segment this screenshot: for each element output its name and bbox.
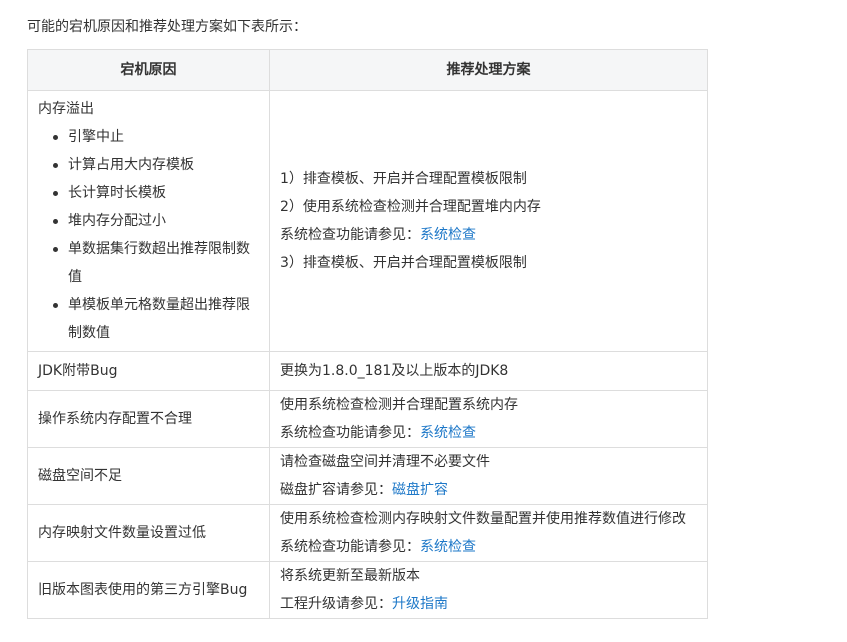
intro-text: 可能的宕机原因和推荐处理方案如下表所示： bbox=[27, 19, 307, 35]
reference-line: 磁盘扩容请参见：磁盘扩容 bbox=[280, 476, 697, 504]
table-row: 操作系统内存配置不合理 使用系统检查检测并合理配置系统内存 系统检查功能请参见：… bbox=[27, 390, 708, 448]
system-check-link[interactable]: 系统检查 bbox=[420, 425, 476, 441]
list-item: 单数据集行数超出推荐限制数值 bbox=[53, 235, 259, 291]
solution-line: 2）使用系统检查检测并合理配置堆内内存 bbox=[280, 199, 541, 215]
solution-cell: 请检查磁盘空间并清理不必要文件 磁盘扩容请参见：磁盘扩容 bbox=[269, 447, 708, 505]
cause-cell: 内存映射文件数量设置过低 bbox=[27, 504, 270, 562]
upgrade-guide-link[interactable]: 升级指南 bbox=[392, 596, 448, 612]
list-item: 计算占用大内存模板 bbox=[53, 151, 259, 179]
reference-prefix: 系统检查功能请参见： bbox=[280, 227, 420, 243]
solution-cell: 将系统更新至最新版本 工程升级请参见：升级指南 bbox=[269, 561, 708, 619]
reference-line: 系统检查功能请参见：系统检查 bbox=[280, 419, 697, 447]
solution-line: 请检查磁盘空间并清理不必要文件 bbox=[280, 454, 490, 470]
table-row: JDK附带Bug 更换为1.8.0_181及以上版本的JDK8 bbox=[27, 351, 708, 391]
solution-line: 3）排查模板、开启并合理配置模板限制 bbox=[280, 255, 527, 271]
header-solution: 推荐处理方案 bbox=[269, 49, 708, 91]
solution-cell: 1）排查模板、开启并合理配置模板限制 2）使用系统检查检测并合理配置堆内内存 系… bbox=[269, 90, 708, 352]
system-check-link[interactable]: 系统检查 bbox=[420, 227, 476, 243]
reference-prefix: 系统检查功能请参见： bbox=[280, 425, 420, 441]
reference-prefix: 磁盘扩容请参见： bbox=[280, 482, 392, 498]
solution-line: 使用系统检查检测并合理配置系统内存 bbox=[280, 397, 518, 413]
system-check-link[interactable]: 系统检查 bbox=[420, 539, 476, 555]
solution-cell: 使用系统检查检测并合理配置系统内存 系统检查功能请参见：系统检查 bbox=[269, 390, 708, 448]
list-item: 单模板单元格数量超出推荐限制数值 bbox=[53, 291, 259, 347]
cause-cell: 磁盘空间不足 bbox=[27, 447, 270, 505]
solution-line: 使用系统检查检测内存映射文件数量配置并使用推荐数值进行修改 bbox=[280, 511, 686, 527]
table-header-row: 宕机原因 推荐处理方案 bbox=[27, 49, 708, 91]
cause-solution-table: 宕机原因 推荐处理方案 内存溢出 引擎中止 计算占用大内存模板 长计算时长模板 … bbox=[27, 49, 708, 619]
list-item: 长计算时长模板 bbox=[53, 179, 259, 207]
solution-cell: 更换为1.8.0_181及以上版本的JDK8 bbox=[269, 351, 708, 391]
reference-line: 系统检查功能请参见：系统检查 bbox=[280, 221, 697, 249]
cause-list: 引擎中止 计算占用大内存模板 长计算时长模板 堆内存分配过小 单数据集行数超出推… bbox=[38, 123, 259, 351]
solution-line: 1）排查模板、开启并合理配置模板限制 bbox=[280, 171, 527, 187]
table-row: 内存映射文件数量设置过低 使用系统检查检测内存映射文件数量配置并使用推荐数值进行… bbox=[27, 504, 708, 562]
solution-line: 将系统更新至最新版本 bbox=[280, 568, 420, 584]
reference-prefix: 工程升级请参见： bbox=[280, 596, 392, 612]
cause-cell: 旧版本图表使用的第三方引擎Bug bbox=[27, 561, 270, 619]
list-item: 引擎中止 bbox=[53, 123, 259, 151]
cause-cell: JDK附带Bug bbox=[27, 351, 270, 391]
cause-title: 内存溢出 bbox=[38, 101, 94, 117]
list-item: 堆内存分配过小 bbox=[53, 207, 259, 235]
document-page: 可能的宕机原因和推荐处理方案如下表所示： 宕机原因 推荐处理方案 内存溢出 引擎… bbox=[0, 0, 847, 642]
reference-line: 系统检查功能请参见：系统检查 bbox=[280, 533, 697, 561]
cause-cell: 操作系统内存配置不合理 bbox=[27, 390, 270, 448]
disk-expansion-link[interactable]: 磁盘扩容 bbox=[392, 482, 448, 498]
table-row: 内存溢出 引擎中止 计算占用大内存模板 长计算时长模板 堆内存分配过小 单数据集… bbox=[27, 90, 708, 352]
reference-line: 工程升级请参见：升级指南 bbox=[280, 590, 697, 618]
header-cause: 宕机原因 bbox=[27, 49, 270, 91]
solution-cell: 使用系统检查检测内存映射文件数量配置并使用推荐数值进行修改 系统检查功能请参见：… bbox=[269, 504, 708, 562]
table-row: 旧版本图表使用的第三方引擎Bug 将系统更新至最新版本 工程升级请参见：升级指南 bbox=[27, 561, 708, 619]
reference-prefix: 系统检查功能请参见： bbox=[280, 539, 420, 555]
table-row: 磁盘空间不足 请检查磁盘空间并清理不必要文件 磁盘扩容请参见：磁盘扩容 bbox=[27, 447, 708, 505]
cause-cell: 内存溢出 引擎中止 计算占用大内存模板 长计算时长模板 堆内存分配过小 单数据集… bbox=[27, 90, 270, 352]
